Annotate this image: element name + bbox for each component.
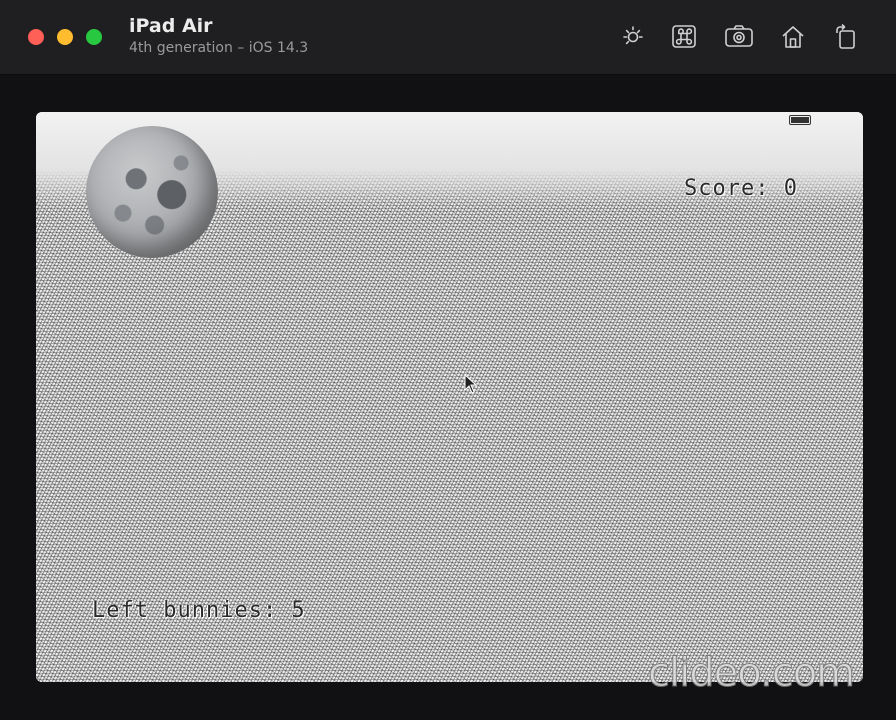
brightness-icon[interactable] (619, 22, 647, 50)
moon-image (86, 126, 218, 258)
left-bunnies-label: Left bunnies: 5 (92, 598, 306, 623)
mouse-cursor-icon (464, 374, 478, 394)
home-icon[interactable] (779, 22, 807, 50)
score-label: Score: 0 (684, 176, 798, 201)
battery-icon (789, 115, 811, 125)
watermark-text: clideo.com (647, 650, 855, 697)
ipad-screen[interactable]: Score: 0 Left bunnies: 5 (36, 112, 863, 682)
window-subtitle: 4th generation – iOS 14.3 (129, 40, 309, 56)
ios-status-bar (36, 112, 863, 126)
window-title: iPad Air (129, 15, 213, 37)
minimize-window-button[interactable] (57, 29, 73, 45)
rotate-icon[interactable] (832, 22, 860, 50)
close-window-button[interactable] (28, 29, 44, 45)
simulator-title-bar: iPad Air 4th generation – iOS 14.3 (0, 0, 896, 75)
zoom-window-button[interactable] (86, 29, 102, 45)
screenshot-camera-icon[interactable] (723, 22, 755, 50)
command-key-icon[interactable] (670, 22, 698, 50)
